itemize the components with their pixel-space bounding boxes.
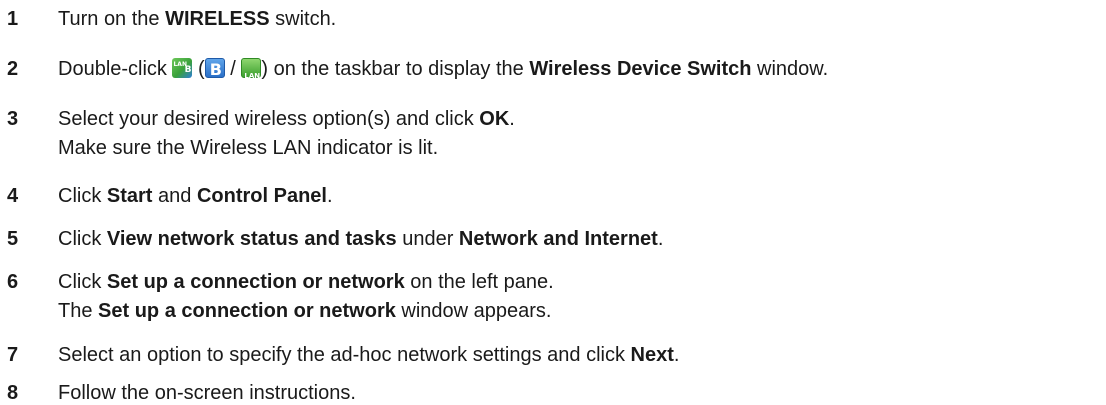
wireless-switch-label: WIRELESS	[165, 8, 270, 30]
step-number: 7	[7, 344, 19, 366]
text-segment: Select an option to specify the ad-hoc n…	[58, 344, 631, 366]
step-text: Click Start and Control Panel.	[58, 184, 333, 208]
setup-connection-label: Set up a connection or network	[106, 271, 405, 293]
text-segment: .	[509, 108, 515, 130]
step-number: 3	[7, 108, 19, 130]
bluetooth-icon: B	[204, 58, 225, 79]
step-number: 8	[7, 382, 19, 404]
text-segment: .	[673, 344, 680, 366]
wireless-lan-bluetooth-icon: B LAN	[172, 58, 193, 78]
text-segment: on the left pane.	[404, 271, 554, 293]
text-segment: .	[326, 185, 333, 207]
ok-label: OK	[479, 108, 510, 130]
next-label: Next	[630, 344, 674, 366]
text-segment: Click	[58, 228, 107, 250]
step-number: 1	[7, 8, 19, 30]
step-line: The Set up a connection or network windo…	[58, 299, 554, 323]
text-segment: ) on the taskbar to display the	[261, 58, 530, 80]
step-number: 4	[7, 185, 19, 207]
step-text: Double-click B LAN (B / LAN) on the taskb…	[58, 57, 828, 81]
start-label: Start	[106, 185, 153, 207]
step-text: Click Set up a connection or network on …	[58, 270, 554, 323]
text-segment: window appears.	[395, 300, 552, 322]
step-line: Select your desired wireless option(s) a…	[58, 107, 515, 131]
text-segment: window.	[751, 58, 829, 80]
text-segment: Select your desired wireless option(s) a…	[58, 108, 480, 130]
text-segment: Click	[58, 271, 107, 293]
text-segment: and	[152, 185, 197, 207]
step-text: Turn on the WIRELESS switch.	[58, 7, 336, 31]
step-number: 2	[7, 58, 19, 80]
view-network-status-label: View network status and tasks	[106, 228, 397, 250]
setup-connection-window-label: Set up a connection or network	[98, 300, 396, 322]
step-text: Click View network status and tasks unde…	[58, 227, 663, 251]
text-segment: The	[58, 300, 99, 322]
text-segment: Double-click	[58, 58, 173, 80]
network-and-internet-label: Network and Internet	[458, 228, 658, 250]
step-number: 6	[7, 271, 19, 293]
step-text: Follow the on-screen instructions.	[58, 382, 356, 404]
control-panel-label: Control Panel	[196, 185, 327, 207]
text-segment: /	[224, 58, 242, 80]
text-segment: Click	[58, 185, 107, 207]
step-text: Select an option to specify the ad-hoc n…	[58, 343, 679, 367]
text-segment: Turn on the	[58, 8, 166, 30]
step-line: Click Set up a connection or network on …	[58, 270, 554, 294]
text-segment: under	[396, 228, 459, 250]
step-number: 5	[7, 228, 19, 250]
wireless-lan-icon: LAN	[241, 58, 262, 80]
text-segment: switch.	[269, 8, 337, 30]
step-line: Make sure the Wireless LAN indicator is …	[58, 137, 439, 159]
text-segment: .	[657, 228, 664, 250]
window-name: Wireless Device Switch	[529, 58, 752, 80]
step-text: Select your desired wireless option(s) a…	[58, 107, 515, 160]
text-segment: (	[192, 58, 205, 80]
